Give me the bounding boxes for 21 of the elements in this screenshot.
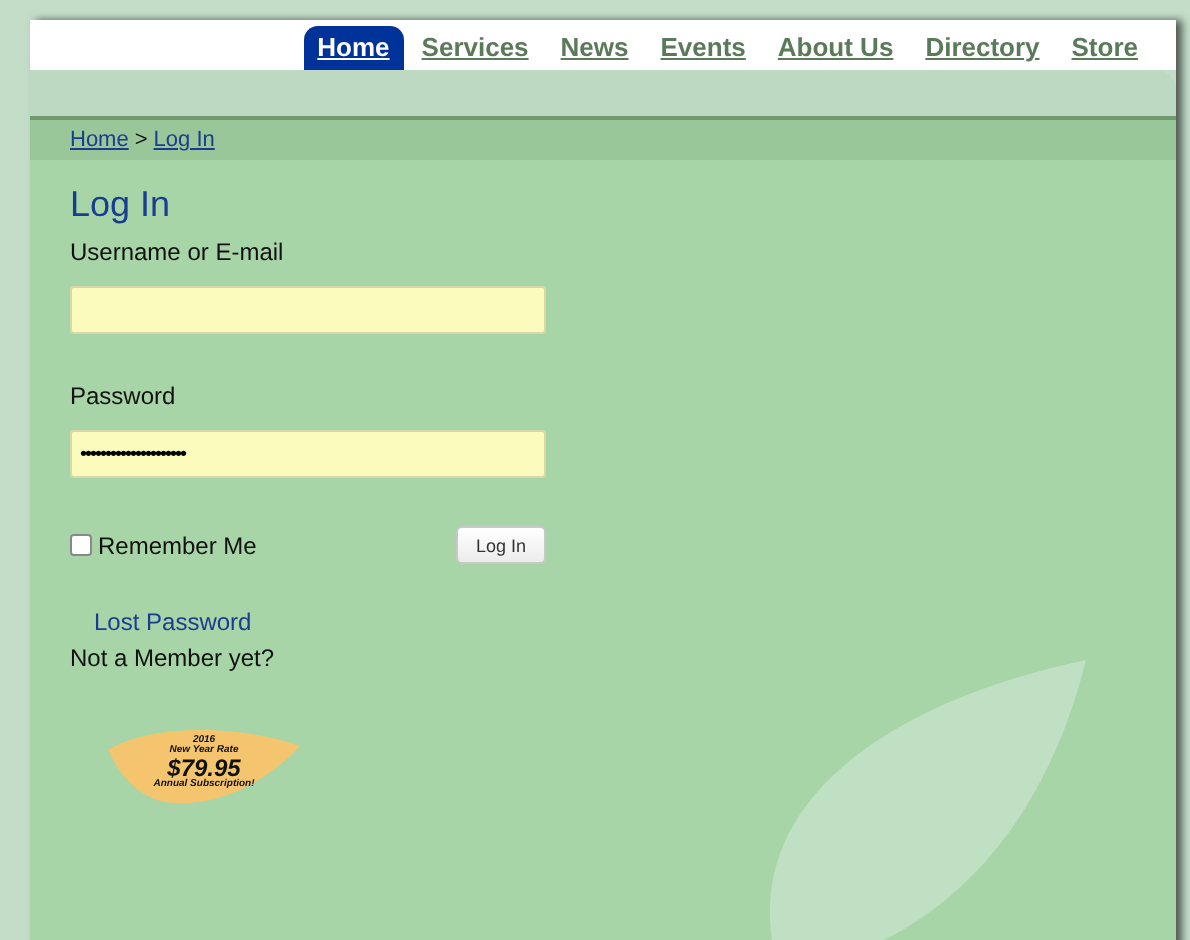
breadcrumb-link[interactable]: Log In	[153, 128, 215, 152]
nav-tab[interactable]: About Us	[763, 26, 908, 70]
page-title: Log In	[70, 184, 173, 226]
nav-tab[interactable]: Home	[303, 26, 404, 70]
breadcrumb-separator: >	[134, 128, 148, 152]
signup-prompt: Not a Member yet?	[70, 644, 277, 672]
input-field[interactable]: •••••••••••••••••••••	[70, 430, 546, 478]
nav-tab[interactable]: Directory	[911, 26, 1054, 70]
checkbox[interactable]	[70, 534, 92, 556]
login-button[interactable]: Log In	[455, 526, 546, 564]
nav-tab[interactable]: Events	[646, 26, 760, 70]
field-label: Password	[70, 382, 178, 410]
promo-price: $79.95	[167, 755, 241, 779]
breadcrumb-link[interactable]: Home	[70, 128, 129, 152]
nav-tab[interactable]: News	[546, 26, 643, 70]
checkbox-label: Remember Me	[98, 531, 257, 559]
field-label: Username or E-mail	[70, 238, 286, 266]
nav-tab[interactable]: Services	[407, 26, 543, 70]
lost-password-link[interactable]: Lost Password	[94, 608, 1136, 636]
nav-tab[interactable]: Store	[1057, 26, 1152, 70]
input-field[interactable]	[70, 286, 546, 334]
